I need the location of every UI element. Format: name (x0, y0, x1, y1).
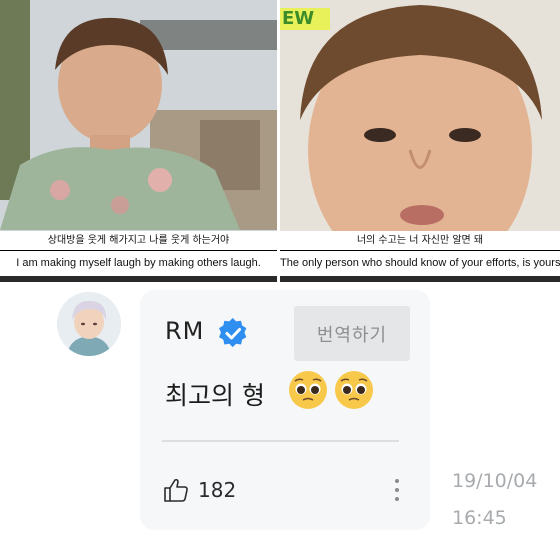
comment-text: 최고의 형 (165, 381, 265, 410)
translate-button[interactable]: 번역하기 (294, 306, 410, 361)
show-logo-badge: EW (280, 8, 330, 30)
comment-date: 19/10/04 (452, 470, 538, 492)
subtitle-english: I am making myself laugh by making other… (0, 251, 277, 276)
like-count: 182 (198, 478, 237, 502)
subtitle-korean: 상대방을 웃게 해가지고 나를 웃게 하는거야 (0, 231, 277, 251)
subtitle-english: The only person who should know of your … (280, 251, 560, 276)
frame-bottom-strip (0, 276, 277, 282)
thumbs-up-icon[interactable] (162, 476, 190, 504)
pleading-face-emoji (289, 371, 327, 409)
comment-author[interactable]: RM (165, 317, 204, 345)
comment-time: 16:45 (452, 507, 507, 529)
pleading-face-emoji (335, 371, 373, 409)
avatar-image (57, 292, 121, 356)
screenshot: 상대방을 웃게 해가지고 나를 웃게 하는거야 I am making myse… (0, 0, 560, 560)
more-options-icon[interactable] (392, 476, 402, 504)
card-divider (162, 440, 399, 442)
video-frame-right: EW 너의 수고는 너 자신만 알면 돼 The only person who… (280, 0, 560, 282)
verified-check-icon (219, 318, 247, 348)
subtitle-korean: 너의 수고는 너 자신만 알면 돼 (280, 231, 560, 251)
comment-card: RM 번역하기 최고의 형 182 (140, 290, 430, 530)
avatar[interactable] (57, 292, 121, 356)
video-frame-left: 상대방을 웃게 해가지고 나를 웃게 하는거야 I am making myse… (0, 0, 277, 282)
frame-bottom-strip (280, 276, 560, 282)
